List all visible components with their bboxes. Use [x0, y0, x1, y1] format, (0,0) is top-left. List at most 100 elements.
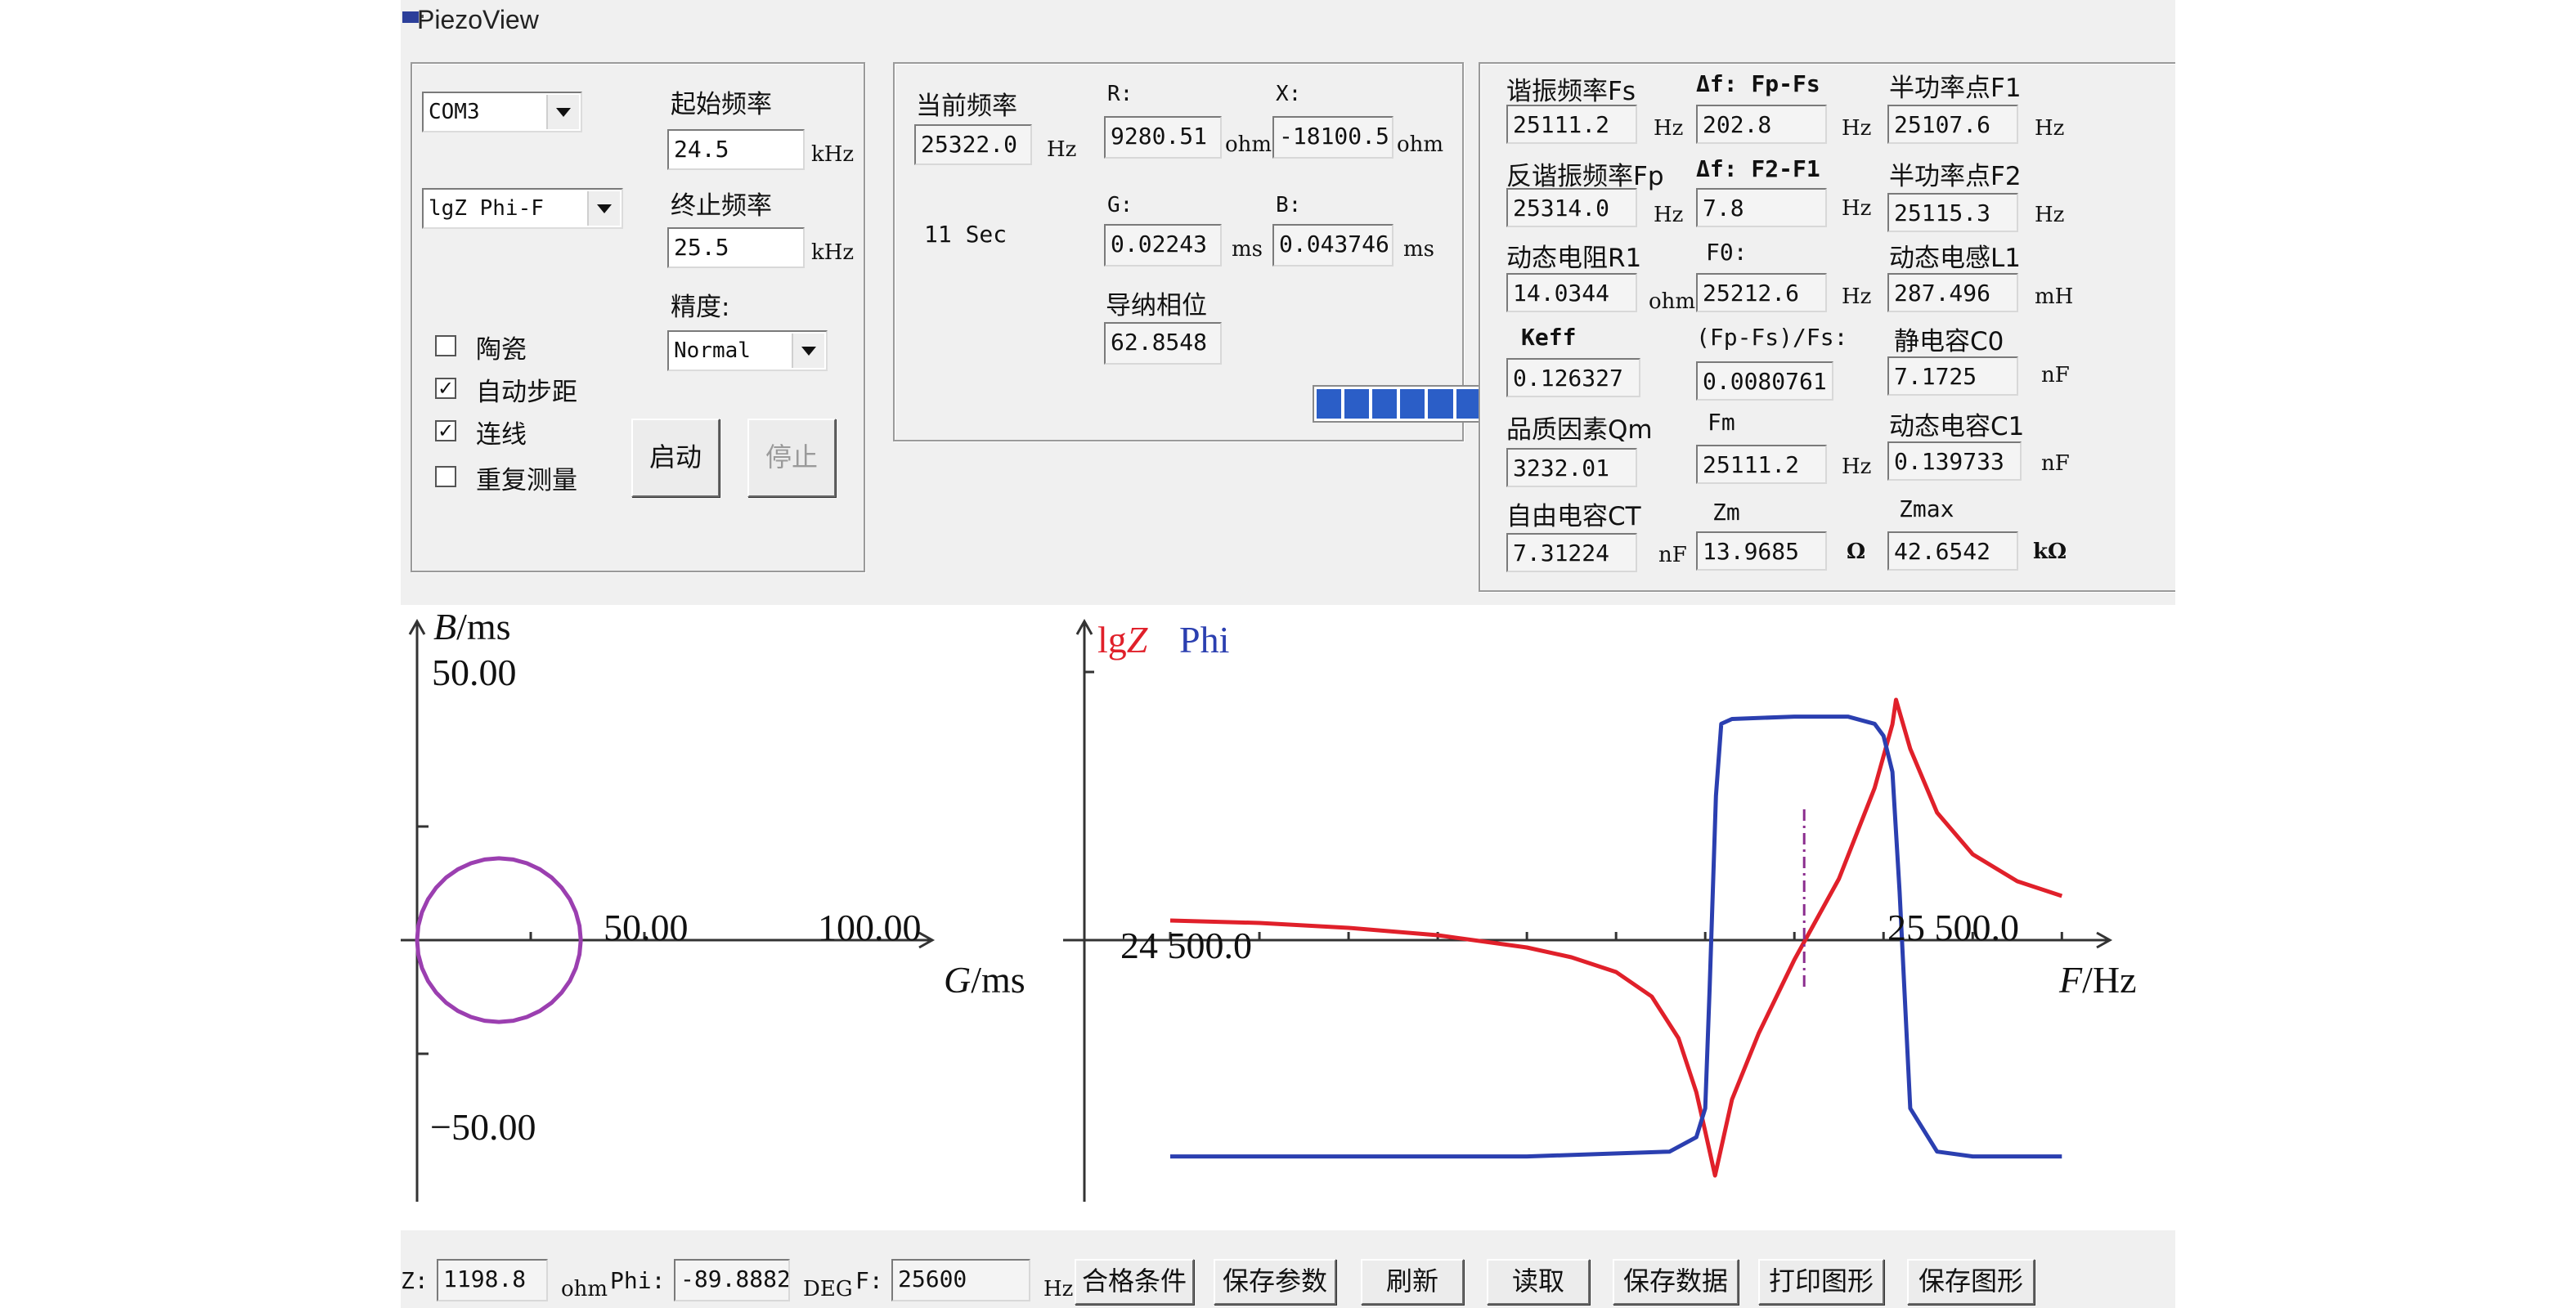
stop-frequency-unit: kHz — [811, 240, 855, 265]
start-frequency-input[interactable]: 24.5 — [667, 129, 805, 170]
f0-label: F0: — [1706, 239, 1748, 266]
progress-segment — [1428, 389, 1453, 419]
port-select-value: COM3 — [429, 100, 480, 124]
keff-label: Keff — [1521, 324, 1577, 351]
current-frequency-label: 当前频率 — [916, 92, 1017, 121]
legend-lgz-prefix: lg — [1097, 619, 1127, 661]
ct-label: 自由电容CT — [1506, 502, 1641, 531]
f0-unit: Hz — [1842, 284, 1872, 309]
save-data-button[interactable]: 保存数据 — [1613, 1259, 1739, 1305]
circle-xtick-2: 100.00 — [818, 907, 922, 948]
fp-fs-ratio-label: (Fp-Fs)/Fs: — [1696, 324, 1848, 351]
fs-value: 25111.2 — [1506, 105, 1637, 144]
current-frequency-unit: Hz — [1047, 137, 1077, 162]
auto-step-checkbox[interactable]: ✓ — [435, 378, 456, 399]
f1-value: 25107.6 — [1887, 105, 2018, 144]
legend-phi: Phi — [1179, 619, 1230, 661]
c1-label: 动态电容C1 — [1889, 412, 2025, 441]
app-icon — [402, 11, 419, 23]
current-frequency-value: 25322.0 — [914, 124, 1032, 165]
freq-xtick-start: 24 500.0 — [1120, 925, 1252, 966]
x-unit: ohm — [1397, 132, 1444, 157]
zm-unit: Ω — [1847, 540, 1866, 564]
r-label: R: — [1107, 82, 1133, 106]
freq-xlabel-unit: /Hz — [2082, 959, 2137, 1001]
circle-ylabel-var: B — [433, 606, 457, 647]
z-status-label: Z: — [401, 1267, 429, 1294]
fp-label: 反谐振频率Fp — [1506, 162, 1664, 191]
f-status-value: 25600 — [891, 1259, 1030, 1301]
df-fp-fs-value: 202.8 — [1696, 105, 1827, 144]
auto-step-label: 自动步距 — [476, 378, 577, 407]
phi-status-label: Phi: — [610, 1267, 666, 1294]
chevron-down-icon — [597, 204, 612, 213]
save-params-button[interactable]: 保存参数 — [1214, 1259, 1336, 1305]
r1-value: 14.0344 — [1506, 273, 1637, 312]
repeat-measure-checkbox[interactable] — [435, 466, 456, 487]
zm-value: 13.9685 — [1696, 531, 1827, 571]
zmax-unit: kΩ — [2033, 540, 2067, 564]
precision-value: Normal — [674, 338, 751, 363]
progress-segment — [1456, 389, 1481, 419]
z-status-unit: ohm — [561, 1277, 608, 1301]
progress-segment — [1344, 389, 1370, 419]
save-graph-button[interactable]: 保存图形 — [1907, 1259, 2035, 1305]
ceramic-checkbox[interactable] — [435, 335, 456, 356]
port-select[interactable]: COM3 — [422, 92, 582, 132]
fm-value: 25111.2 — [1696, 445, 1827, 484]
print-graph-button[interactable]: 打印图形 — [1758, 1259, 1884, 1305]
zm-label: Zm — [1712, 499, 1740, 526]
ceramic-label: 陶瓷 — [476, 335, 527, 365]
freq-xtick-end: 25 500.0 — [1887, 907, 2019, 948]
freq-xlabel: F/Hz — [2059, 958, 2137, 1001]
circle-xlabel-var: G — [944, 959, 972, 1001]
port-dropdown-button[interactable] — [546, 95, 579, 129]
c0-value: 7.1725 — [1887, 356, 2018, 396]
repeat-measure-label: 重复测量 — [476, 466, 577, 495]
fp-unit: Hz — [1654, 203, 1684, 227]
fs-unit: Hz — [1654, 116, 1684, 141]
g-unit: ms — [1232, 237, 1263, 262]
fp-value: 25314.0 — [1506, 188, 1637, 227]
circle-xtick-1: 50.00 — [604, 907, 689, 948]
read-button[interactable]: 读取 — [1487, 1259, 1590, 1305]
start-frequency-unit: kHz — [811, 142, 855, 167]
df-f2-f1-label: Δf: F2-F1 — [1696, 155, 1820, 182]
x-value: -18100.5 — [1272, 116, 1393, 159]
stop-frequency-input[interactable]: 25.5 — [667, 227, 805, 268]
precision-label: 精度: — [671, 293, 730, 322]
f1-unit: Hz — [2035, 116, 2065, 141]
circle-xlabel: G/ms — [944, 958, 1025, 1001]
legend-lgz: lgZ — [1097, 618, 1147, 661]
admittance-phase-label: 导纳相位 — [1106, 291, 1207, 320]
precision-select[interactable]: Normal — [667, 330, 828, 371]
b-unit: ms — [1403, 237, 1434, 262]
start-button[interactable]: 启动 — [631, 419, 720, 497]
refresh-button[interactable]: 刷新 — [1361, 1259, 1464, 1305]
f-status-label: F: — [855, 1267, 883, 1294]
qm-value: 3232.01 — [1506, 448, 1637, 487]
l1-label: 动态电感L1 — [1889, 244, 2021, 273]
progress-segment — [1372, 389, 1398, 419]
precision-dropdown-button[interactable] — [792, 334, 824, 368]
f2-unit: Hz — [2035, 203, 2065, 227]
df-fp-fs-unit: Hz — [1842, 116, 1872, 141]
connect-lines-checkbox[interactable]: ✓ — [435, 420, 456, 441]
qm-label: 品质因素Qm — [1506, 415, 1653, 445]
df-fp-fs-label: Δf: Fp-Fs — [1696, 70, 1820, 97]
pass-criteria-button[interactable]: 合格条件 — [1075, 1259, 1194, 1305]
circle-ytick-top: 50.00 — [432, 652, 517, 693]
stop-button[interactable]: 停止 — [747, 419, 836, 497]
window-title: PiezoView — [417, 5, 539, 34]
chevron-down-icon — [801, 347, 816, 356]
mode-dropdown-button[interactable] — [587, 191, 620, 226]
c1-value: 0.139733 — [1887, 441, 2022, 481]
connect-lines-label: 连线 — [476, 420, 527, 450]
plot-area: B/ms 50.00 −50.00 50.00 100.00 G/ms lgZ … — [401, 605, 2175, 1230]
display-mode-select[interactable]: lgZ Phi-F — [422, 188, 623, 229]
c1-unit: nF — [2041, 451, 2070, 476]
circle-ytick-bottom: −50.00 — [430, 1106, 536, 1148]
f2-value: 25115.3 — [1887, 193, 2018, 232]
progress-segment — [1317, 389, 1342, 419]
l1-value: 287.496 — [1887, 273, 2018, 312]
